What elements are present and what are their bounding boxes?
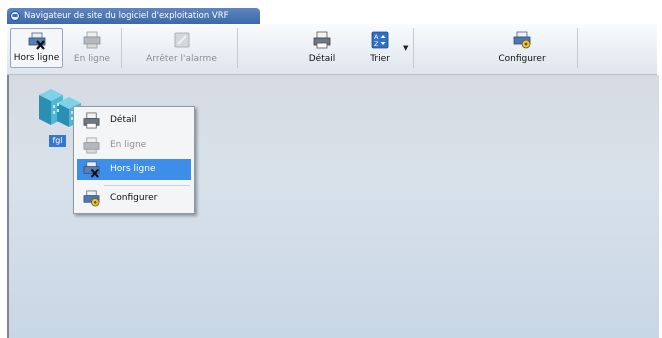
title-bar: Navigateur de site du logiciel d'exploit… [7, 8, 260, 24]
menu-separator [104, 185, 190, 186]
detail-icon [83, 112, 100, 129]
configure-button-label: Configurer [498, 54, 546, 64]
offline-button[interactable]: Hors ligne [10, 28, 63, 68]
toolbar-separator [577, 28, 578, 68]
title-bar-empty [260, 8, 657, 24]
menu-item-label: Configurer [110, 193, 158, 203]
printer-offline-icon [83, 161, 100, 178]
sort-dropdown-arrow-icon[interactable]: ▼ [403, 44, 408, 52]
printer-offline-icon [28, 32, 45, 50]
menu-item-configure[interactable]: Configurer [77, 188, 191, 209]
app-icon [10, 11, 20, 21]
context-menu: Détail En ligne Hors ligne Configurer [73, 106, 195, 214]
configure-button[interactable]: Configurer [487, 28, 557, 68]
menu-item-label: En ligne [110, 140, 147, 150]
window-title: Navigateur de site du logiciel d'exploit… [24, 11, 229, 21]
stop-alarm-button-label: Arrêter l'alarme [146, 54, 217, 64]
toolbar-separator [237, 28, 238, 68]
menu-item-offline[interactable]: Hors ligne [77, 159, 191, 180]
offline-button-label: Hors ligne [13, 53, 60, 63]
menu-item-online[interactable]: En ligne [77, 135, 191, 156]
menu-item-label: Hors ligne [110, 164, 156, 174]
sort-button[interactable]: A Z Trier [363, 28, 397, 68]
configure-icon [513, 31, 531, 49]
online-button[interactable]: En ligne [67, 28, 117, 68]
stop-alarm-icon [174, 32, 189, 48]
sort-az-icon: A Z [371, 31, 389, 49]
menu-item-label: Détail [110, 115, 137, 125]
detail-button-label: Détail [308, 54, 336, 64]
toolbar-separator [413, 28, 414, 68]
sort-button-label: Trier [370, 54, 390, 64]
configure-icon [83, 190, 100, 207]
printer-online-icon [83, 137, 100, 154]
toolbar: Hors ligne En ligne Arrêter l'alarme Dét… [7, 24, 657, 75]
app-window: Navigateur de site du logiciel d'exploit… [7, 8, 659, 338]
online-button-label: En ligne [73, 54, 111, 64]
menu-item-detail[interactable]: Détail [77, 110, 191, 131]
site-label[interactable]: fgl [49, 135, 66, 147]
detail-button[interactable]: Détail [301, 28, 343, 68]
detail-icon [313, 31, 331, 49]
stop-alarm-button[interactable]: Arrêter l'alarme [134, 28, 229, 68]
printer-online-icon [83, 31, 101, 49]
toolbar-separator [121, 28, 122, 68]
svg-text:Z: Z [374, 40, 379, 48]
